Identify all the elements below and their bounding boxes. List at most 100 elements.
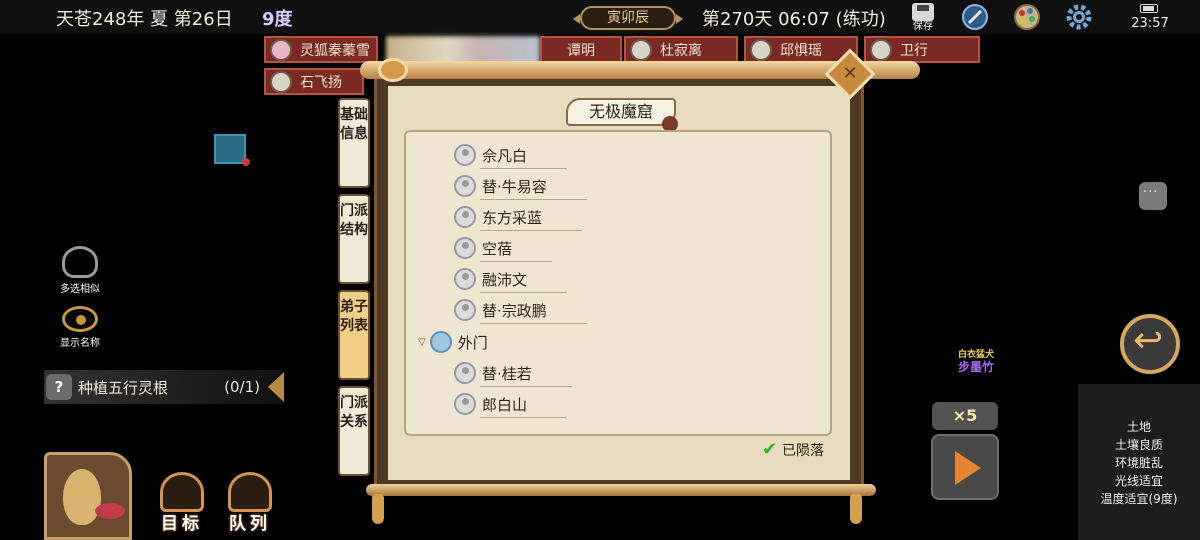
game-date: 天苍248年 夏 第26日 xyxy=(56,9,233,30)
scroll-knob xyxy=(378,58,408,82)
row-divider xyxy=(480,168,568,169)
row-divider xyxy=(480,417,568,418)
avatar xyxy=(454,206,476,228)
target-label: 目标 xyxy=(161,514,203,534)
avatar xyxy=(454,237,476,259)
gear-icon xyxy=(1066,4,1092,30)
target-house-icon xyxy=(160,472,204,512)
list-item[interactable]: 替·宗政鹏 xyxy=(454,295,587,325)
disciple-name: 替·牛易容 xyxy=(482,177,547,196)
scroll-bottom-rod xyxy=(366,484,876,496)
character-tab-3[interactable]: 杜寂离 xyxy=(624,36,738,63)
speed-multiplier[interactable]: ×5 xyxy=(932,402,998,430)
tab-sect-structure[interactable]: 门派结构 xyxy=(338,194,370,284)
expand-triangle-icon: ▽ xyxy=(418,336,426,348)
row-divider xyxy=(480,323,587,324)
character-name: 石飞扬 xyxy=(300,74,342,91)
era-badge[interactable]: 寅卯辰 xyxy=(573,6,683,30)
disciple-list[interactable]: 佘凡白 替·牛易容 东方采蓝 空蓓 融沛文 替·宗政鹏 ▽ 外门 替·桂若 郎白… xyxy=(404,130,832,436)
tab-disciple-list[interactable]: 弟子列表 xyxy=(338,290,370,380)
tab-sect-relations[interactable]: 门派关系 xyxy=(338,386,370,476)
disciple-name: 替·宗政鹏 xyxy=(482,301,547,320)
avatar xyxy=(750,38,772,61)
character-tab-2[interactable]: 谭明 xyxy=(540,36,622,63)
quest-title: 种植五行灵根 xyxy=(78,378,169,397)
disciple-name: 替·桂若 xyxy=(482,364,532,383)
system-clock: 23:57 xyxy=(1131,16,1169,31)
multi-select-button[interactable]: 多选相似 xyxy=(50,246,110,295)
env-terrain: 土地 xyxy=(1126,420,1151,434)
temperature-readout: 9度 xyxy=(262,9,293,30)
avatar xyxy=(454,393,476,415)
collapse-arrow-icon[interactable] xyxy=(268,372,284,402)
npc-name[interactable]: 步墨竹 xyxy=(958,358,994,375)
group-avatar xyxy=(429,331,452,353)
row-divider xyxy=(480,230,583,231)
character-tab-1[interactable]: 灵狐秦蓁雪 xyxy=(264,36,378,63)
list-item[interactable]: 郎白山 xyxy=(454,389,568,419)
quest-tracker[interactable]: ? 种植五行灵根 (0/1) xyxy=(44,370,284,404)
tassel-ornament xyxy=(372,494,384,524)
character-name: 谭明 xyxy=(567,42,595,59)
battery-icon xyxy=(1140,4,1158,13)
row-divider xyxy=(480,386,572,387)
env-temperature: 温度适宜(9度) xyxy=(1100,492,1178,506)
list-item[interactable]: 佘凡白 xyxy=(454,140,568,170)
gourd-inventory-button[interactable] xyxy=(44,452,132,540)
close-icon: ✕ xyxy=(842,63,858,84)
disciple-name: 空蓓 xyxy=(482,239,513,258)
disciple-name: 东方采蓝 xyxy=(482,208,543,227)
character-name: 卫行 xyxy=(900,42,928,59)
avatar xyxy=(270,70,292,93)
row-divider xyxy=(480,292,568,293)
target-button[interactable]: 目标 xyxy=(150,472,214,536)
palette-button[interactable] xyxy=(1012,2,1042,32)
env-cleanliness: 环境脏乱 xyxy=(1114,456,1163,470)
fallen-label: 已陨落 xyxy=(782,443,824,459)
character-tab-5[interactable]: 卫行 xyxy=(864,36,980,63)
tassel-ornament xyxy=(850,494,862,524)
compass-icon xyxy=(962,4,988,30)
play-button[interactable] xyxy=(931,434,999,500)
avatar xyxy=(630,38,652,61)
character-name: 杜寂离 xyxy=(660,42,702,59)
avatar xyxy=(454,175,476,197)
list-item[interactable]: 替·桂若 xyxy=(454,358,572,388)
list-item[interactable]: 东方采蓝 xyxy=(454,202,583,232)
disciple-name: 佘凡白 xyxy=(482,146,528,165)
question-icon: ? xyxy=(46,374,72,400)
row-divider xyxy=(480,261,553,262)
checkmark-icon: ✔ xyxy=(762,439,778,460)
queue-button[interactable]: 队列 xyxy=(218,472,282,536)
panel-title: 无极魔窟 xyxy=(566,98,676,126)
avatar xyxy=(454,268,476,290)
show-names-button[interactable]: 显示名称 xyxy=(50,306,110,349)
character-name: 邱惧瑶 xyxy=(780,42,822,59)
fallen-filter-checkbox[interactable]: ✔ 已陨落 xyxy=(762,440,824,460)
minimap-icon[interactable] xyxy=(214,134,250,166)
disciple-name: 融沛文 xyxy=(482,270,528,289)
group-label: 外门 xyxy=(457,333,488,352)
top-status-bar: 天苍248年 夏 第26日 9度 寅卯辰 第270天 06:07 (练功) 保存… xyxy=(0,0,1200,34)
settings-button[interactable] xyxy=(1064,2,1094,32)
avatar xyxy=(454,299,476,321)
chat-bubble-icon[interactable] xyxy=(1139,182,1167,210)
character-tab-6[interactable]: 石飞扬 xyxy=(264,68,364,95)
tab-basic-info[interactable]: 基础信息 xyxy=(338,98,370,188)
multi-select-label: 多选相似 xyxy=(60,284,100,295)
list-item[interactable]: 替·牛易容 xyxy=(454,171,587,201)
system-status: 23:57 xyxy=(1128,0,1172,34)
save-button[interactable]: 保存 xyxy=(908,2,938,32)
palette-icon xyxy=(1014,4,1040,30)
queue-label: 队列 xyxy=(229,514,271,534)
floppy-disk-icon xyxy=(912,2,934,21)
avatar xyxy=(454,362,476,384)
eye-icon xyxy=(62,306,98,332)
compass-button[interactable] xyxy=(960,2,990,32)
group-header-outer[interactable]: ▽ 外门 xyxy=(418,327,488,357)
back-arrow-button[interactable] xyxy=(1120,314,1180,374)
list-item[interactable]: 空蓓 xyxy=(454,233,553,263)
row-divider xyxy=(480,199,587,200)
list-item[interactable]: 融沛文 xyxy=(454,264,568,294)
avatar xyxy=(870,38,892,61)
